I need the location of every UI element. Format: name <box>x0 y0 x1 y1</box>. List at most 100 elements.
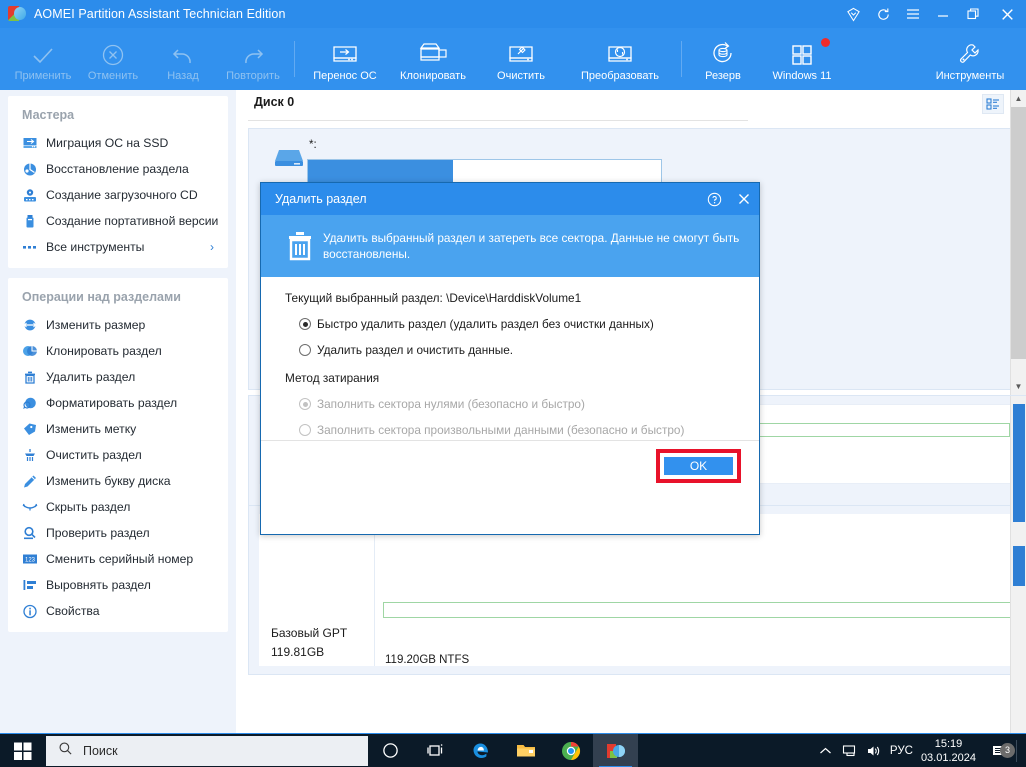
search-input[interactable]: Поиск <box>46 735 368 766</box>
vertical-scrollbar[interactable]: ▲ ▼ <box>1010 90 1026 395</box>
radio-indicator <box>299 424 311 436</box>
sidebar: Мастера Миграция ОС на SSD Восстановлени… <box>0 90 236 733</box>
radio-quick-delete[interactable]: Быстро удалить раздел (удалить раздел бе… <box>261 317 759 331</box>
sidebar-item-label: Сменить серийный номер <box>46 552 194 566</box>
task-view-icon[interactable] <box>413 734 458 767</box>
toolbar-migrate-os-button[interactable]: Перенос ОС <box>301 28 389 90</box>
scrollbar-thumb[interactable] <box>1013 404 1025 522</box>
toolbar-label: Применить <box>14 69 72 82</box>
scroll-down-arrow-icon[interactable]: ▼ <box>1011 378 1026 395</box>
backup-icon <box>708 37 738 67</box>
portable-usb-icon <box>22 214 46 229</box>
show-desktop-button[interactable] <box>1016 739 1022 762</box>
volume-icon[interactable] <box>862 744 886 758</box>
sidebar-item-align-partition[interactable]: Выровнять раздел <box>8 572 228 598</box>
hamburger-menu-icon[interactable] <box>898 0 928 28</box>
list-view-icon[interactable] <box>982 94 1004 114</box>
chrome-icon[interactable] <box>548 734 593 767</box>
sidebar-item-change-label[interactable]: Изменить метку <box>8 416 228 442</box>
close-icon[interactable] <box>729 183 759 215</box>
restore-icon[interactable] <box>958 0 988 28</box>
clock-date: 03.01.2024 <box>920 751 976 764</box>
chevron-up-icon[interactable] <box>814 746 838 756</box>
toolbar-wipe-button[interactable]: Очистить <box>477 28 565 90</box>
refresh-icon[interactable] <box>868 0 898 28</box>
sidebar-item-resize-partition[interactable]: Изменить размер <box>8 312 228 338</box>
toolbar-apply-button[interactable]: Применить <box>8 28 78 90</box>
toolbar-label: Перенос ОС <box>313 69 377 82</box>
notification-icon[interactable]: 3 <box>984 742 1015 758</box>
sidebar-item-all-tools[interactable]: Все инструменты › <box>8 234 228 260</box>
sidebar-item-label: Все инструменты <box>46 240 145 254</box>
sidebar-item-change-serial-number[interactable]: 123 Сменить серийный номер <box>8 546 228 572</box>
network-icon[interactable] <box>838 744 862 758</box>
sidebar-item-recover-partition[interactable]: Восстановление раздела <box>8 156 228 182</box>
vertical-scrollbar-secondary[interactable] <box>1010 396 1026 733</box>
sidebar-wizards-header: Мастера <box>22 108 75 122</box>
sidebar-item-clone-partition[interactable]: Клонировать раздел <box>8 338 228 364</box>
sidebar-item-label: Изменить метку <box>46 422 137 436</box>
windows-tiles-icon <box>788 37 816 67</box>
undo-icon <box>169 37 197 67</box>
sidebar-item-hide-partition[interactable]: Скрыть раздел <box>8 494 228 520</box>
language-indicator[interactable]: РУС <box>890 745 913 757</box>
sidebar-item-check-partition[interactable]: Проверить раздел <box>8 520 228 546</box>
sidebar-item-portable-version[interactable]: Создание портативной версии <box>8 208 228 234</box>
toolbar-tools-button[interactable]: Инструменты <box>924 28 1016 90</box>
clock[interactable]: 15:19 03.01.2024 <box>921 737 976 765</box>
close-icon[interactable] <box>988 0 1026 28</box>
migrate-ssd-icon <box>22 136 46 150</box>
trash-can-icon <box>277 230 323 262</box>
sidebar-item-migrate-ssd[interactable]: Миграция ОС на SSD <box>8 130 228 156</box>
toolbar-label: Резерв <box>705 69 741 82</box>
toolbar-clone-button[interactable]: Клонировать <box>389 28 477 90</box>
toolbar-undo-all-button[interactable]: Отменить <box>78 28 148 90</box>
partition-cell-main[interactable]: 119.20GB NTFS <box>374 514 1026 666</box>
aomei-partition-assistant-icon[interactable] <box>593 733 638 767</box>
clone-partition-icon <box>22 344 46 358</box>
radio-delete-and-wipe[interactable]: Удалить раздел и очистить данные. <box>261 343 759 357</box>
disk-type-label: Базовый GPT <box>271 626 348 640</box>
radio-wipe-zeros[interactable]: Заполнить сектора нулями (безопасно и бы… <box>261 397 759 411</box>
sidebar-item-format-partition[interactable]: Форматировать раздел <box>8 390 228 416</box>
toolbar-backup-button[interactable]: Резерв <box>688 28 758 90</box>
app-title: AOMEI Partition Assistant Technician Edi… <box>34 7 286 21</box>
sidebar-item-delete-partition[interactable]: Удалить раздел <box>8 364 228 390</box>
partition-usage-bar-green <box>383 602 1026 618</box>
scrollbar-thumb[interactable] <box>1011 107 1026 359</box>
sidebar-item-label: Очистить раздел <box>46 448 142 462</box>
edge-icon[interactable] <box>458 734 503 767</box>
help-circle-icon[interactable] <box>699 183 729 215</box>
toolbar-label: Очистить <box>497 69 545 82</box>
sidebar-operations-card: Операции над разделами Изменить размер К… <box>8 278 228 632</box>
toolbar-separator <box>681 41 682 77</box>
windows-start-icon[interactable] <box>0 734 46 767</box>
minimize-icon[interactable] <box>928 0 958 28</box>
toolbar-back-button[interactable]: Назад <box>148 28 218 90</box>
scroll-up-arrow-icon[interactable]: ▲ <box>1011 90 1026 107</box>
windows-taskbar: Поиск РУС 15:19 03.01.2024 3 <box>0 733 1026 767</box>
dialog-body: Текущий выбранный раздел: \Device\Harddi… <box>261 277 759 496</box>
notification-count-badge: 3 <box>1000 742 1015 758</box>
clone-disk-icon <box>417 37 449 67</box>
toolbar-windows11-button[interactable]: Windows 11 <box>758 28 846 90</box>
radio-label: Удалить раздел и очистить данные. <box>317 343 514 357</box>
sidebar-item-change-drive-letter[interactable]: Изменить букву диска <box>8 468 228 494</box>
sidebar-item-properties[interactable]: Свойства <box>8 598 228 624</box>
ok-button[interactable]: OK <box>664 457 733 475</box>
file-explorer-icon[interactable] <box>503 734 548 767</box>
redo-icon <box>239 37 267 67</box>
scrollbar-thumb[interactable] <box>1013 546 1025 586</box>
sidebar-item-wipe-partition[interactable]: Очистить раздел <box>8 442 228 468</box>
dialog-banner-text: Удалить выбранный раздел и затереть все … <box>323 231 740 261</box>
radio-indicator <box>299 318 311 330</box>
shield-diamond-icon[interactable] <box>838 0 868 28</box>
sidebar-item-label: Проверить раздел <box>46 526 150 540</box>
migrate-os-icon <box>329 37 361 67</box>
cortana-icon[interactable] <box>368 734 413 767</box>
radio-wipe-random[interactable]: Заполнить сектора произвольными данными … <box>261 423 759 437</box>
toolbar-convert-button[interactable]: Преобразовать <box>565 28 675 90</box>
sidebar-item-bootable-cd[interactable]: Создание загрузочного CD <box>8 182 228 208</box>
toolbar-redo-button[interactable]: Повторить <box>218 28 288 90</box>
dialog-banner: Удалить выбранный раздел и затереть все … <box>261 215 759 277</box>
